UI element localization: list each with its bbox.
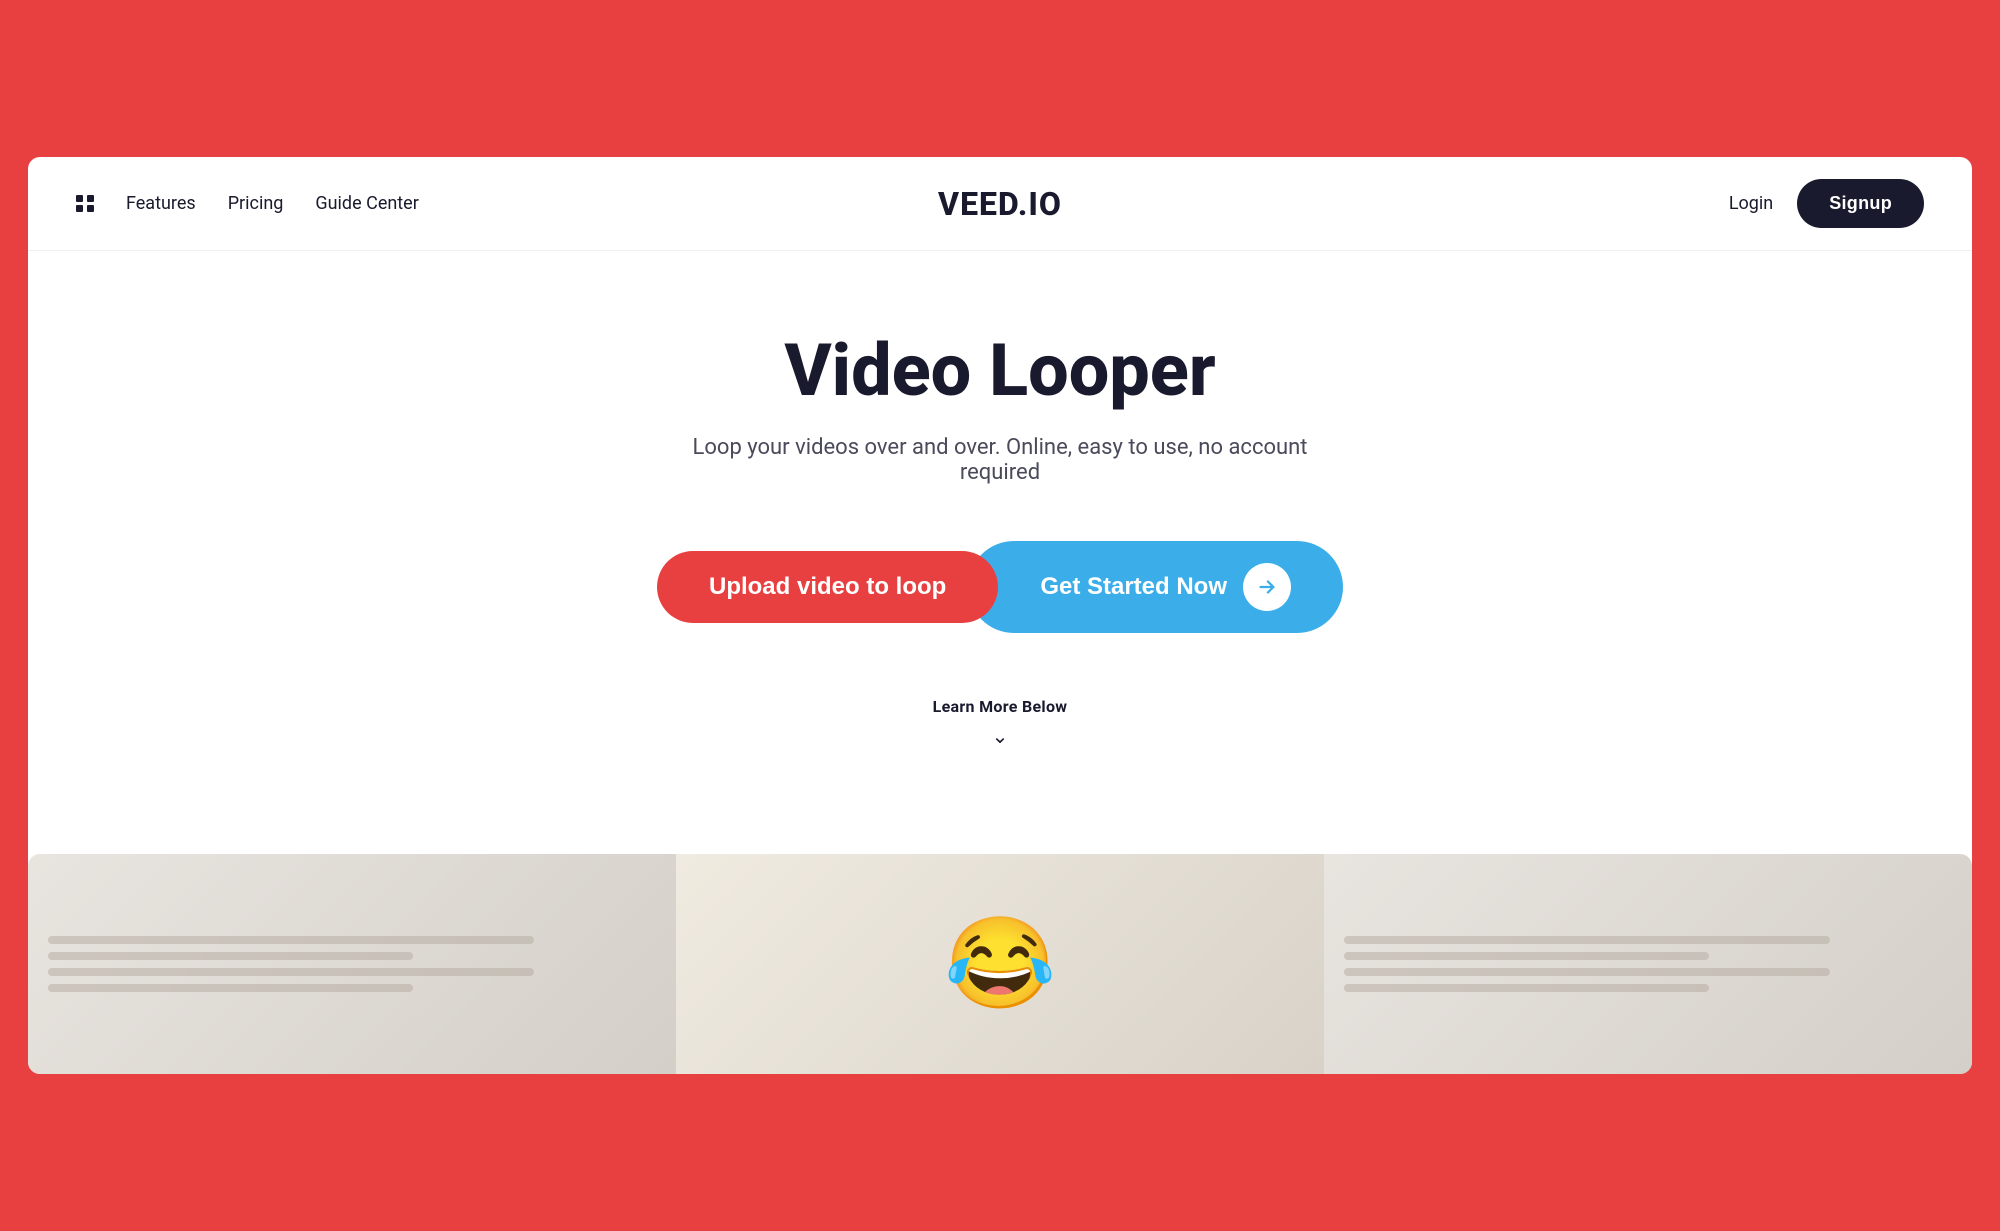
thumb-line <box>48 984 413 992</box>
thumbnail-left <box>28 854 676 1074</box>
learn-more-label: Learn More Below <box>933 697 1068 716</box>
thumb-line <box>48 968 534 976</box>
thumb-line <box>1344 984 1709 992</box>
thumbnails-row: 😂 <box>28 854 1972 1074</box>
hero-subtitle: Loop your videos over and over. Online, … <box>650 435 1350 485</box>
signup-button[interactable]: Signup <box>1797 179 1924 228</box>
chevron-down-icon[interactable]: ⌄ <box>992 726 1009 746</box>
emoji-balloon: 😂 <box>944 919 1056 1009</box>
nav-left: Features Pricing Guide Center <box>76 193 692 214</box>
thumbnail-lines-left <box>28 854 676 1074</box>
cta-container: Upload video to loop Get Started Now <box>657 541 1343 633</box>
get-started-button[interactable]: Get Started Now <box>968 541 1343 633</box>
hero-section: Video Looper Loop your videos over and o… <box>28 251 1972 853</box>
nav-center: VEED.IO <box>692 185 1308 223</box>
thumbnail-lines-right <box>1324 854 1972 1074</box>
thumbnail-center: 😂 <box>676 854 1324 1074</box>
nav-pricing-link[interactable]: Pricing <box>228 193 284 214</box>
learn-more-section: Learn More Below ⌄ <box>933 697 1068 746</box>
arrow-right-icon <box>1256 576 1278 598</box>
login-link[interactable]: Login <box>1729 193 1773 214</box>
brand-logo[interactable]: VEED.IO <box>938 185 1062 223</box>
nav-guide-center-link[interactable]: Guide Center <box>315 193 418 214</box>
thumb-line <box>48 952 413 960</box>
thumb-line <box>1344 952 1709 960</box>
nav-features-link[interactable]: Features <box>126 193 196 214</box>
outer-frame: Features Pricing Guide Center VEED.IO Lo… <box>0 129 2000 1101</box>
arrow-circle <box>1243 563 1291 611</box>
get-started-label: Get Started Now <box>1040 573 1227 601</box>
main-container: Features Pricing Guide Center VEED.IO Lo… <box>28 157 1972 1073</box>
thumb-line <box>48 936 534 944</box>
upload-video-button[interactable]: Upload video to loop <box>657 551 998 623</box>
nav-right: Login Signup <box>1308 179 1924 228</box>
grid-menu-icon[interactable] <box>76 195 94 213</box>
thumbnail-right <box>1324 854 1972 1074</box>
navbar: Features Pricing Guide Center VEED.IO Lo… <box>28 157 1972 251</box>
thumb-line <box>1344 968 1830 976</box>
thumb-line <box>1344 936 1830 944</box>
hero-title: Video Looper <box>784 331 1215 410</box>
